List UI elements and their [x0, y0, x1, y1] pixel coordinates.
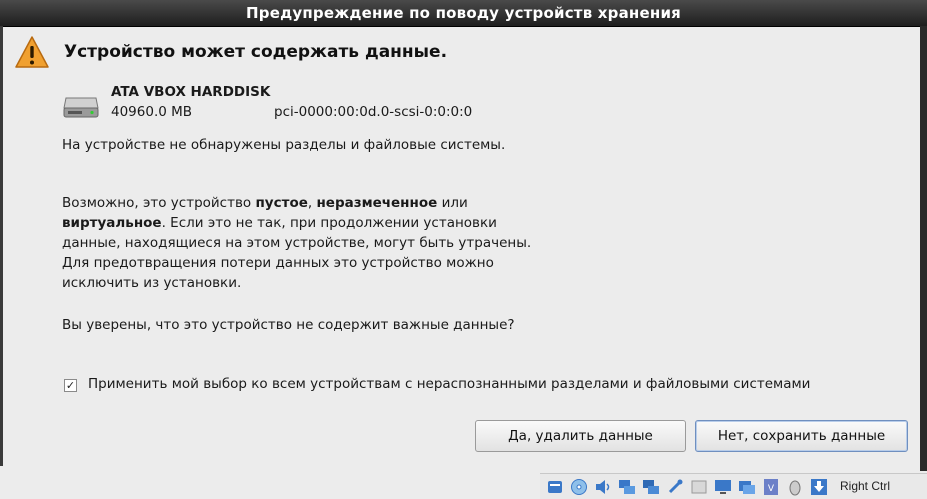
keyboard-capture-icon[interactable] — [810, 478, 828, 496]
keep-data-button[interactable]: Нет, сохранить данные — [695, 420, 908, 452]
warning-text-bold-virtual: виртуальное — [62, 215, 162, 231]
harddisk-icon — [63, 97, 99, 118]
vm-statusbar: V Right Ctrl — [540, 473, 927, 499]
warning-text-bold-unpartitioned: неразмеченное — [316, 195, 438, 211]
device-size: 40960.0 MB — [111, 104, 193, 120]
audio-icon[interactable] — [594, 478, 612, 496]
left-window-edge — [0, 26, 3, 466]
delete-data-button[interactable]: Да, удалить данные — [475, 420, 686, 452]
confirmation-question: Вы уверены, что это устройство не содерж… — [62, 317, 515, 333]
warning-icon — [15, 36, 49, 68]
display-icon[interactable] — [714, 478, 732, 496]
warning-text-bold-empty: пустое — [255, 195, 308, 211]
shared-folders-icon[interactable] — [690, 478, 708, 496]
host-key-label: Right Ctrl — [840, 479, 891, 493]
device-path: pci-0000:00:0d.0-scsi-0:0:0:0 — [274, 104, 473, 120]
disk-activity-icon[interactable] — [546, 478, 564, 496]
dialog-heading: Устройство может содержать данные. — [64, 42, 448, 62]
warning-text-part: или — [437, 195, 468, 211]
virtualization-icon[interactable]: V — [762, 478, 780, 496]
mouse-icon[interactable] — [786, 478, 804, 496]
right-window-edge — [920, 26, 927, 471]
window-title: Предупреждение по поводу устройств хране… — [246, 4, 681, 22]
apply-to-all-label[interactable]: Применить мой выбор ко всем устройствам … — [88, 376, 810, 392]
usb-icon[interactable] — [666, 478, 684, 496]
warning-text-part: Возможно, это устройство — [62, 195, 256, 211]
window-titlebar[interactable]: Предупреждение по поводу устройств хране… — [0, 0, 927, 27]
data-loss-warning-text: Возможно, это устройство пустое, неразме… — [62, 193, 532, 293]
shared-network-icon[interactable] — [642, 478, 660, 496]
capture-icon[interactable] — [738, 478, 756, 496]
optical-drive-icon[interactable] — [570, 478, 588, 496]
no-partitions-text: На устройстве не обнаружены разделы и фа… — [62, 137, 506, 153]
apply-to-all-checkbox[interactable]: ✓ — [64, 379, 77, 392]
network-icon[interactable] — [618, 478, 636, 496]
svg-text:V: V — [768, 484, 775, 494]
device-name: ATA VBOX HARDDISK — [111, 84, 271, 100]
